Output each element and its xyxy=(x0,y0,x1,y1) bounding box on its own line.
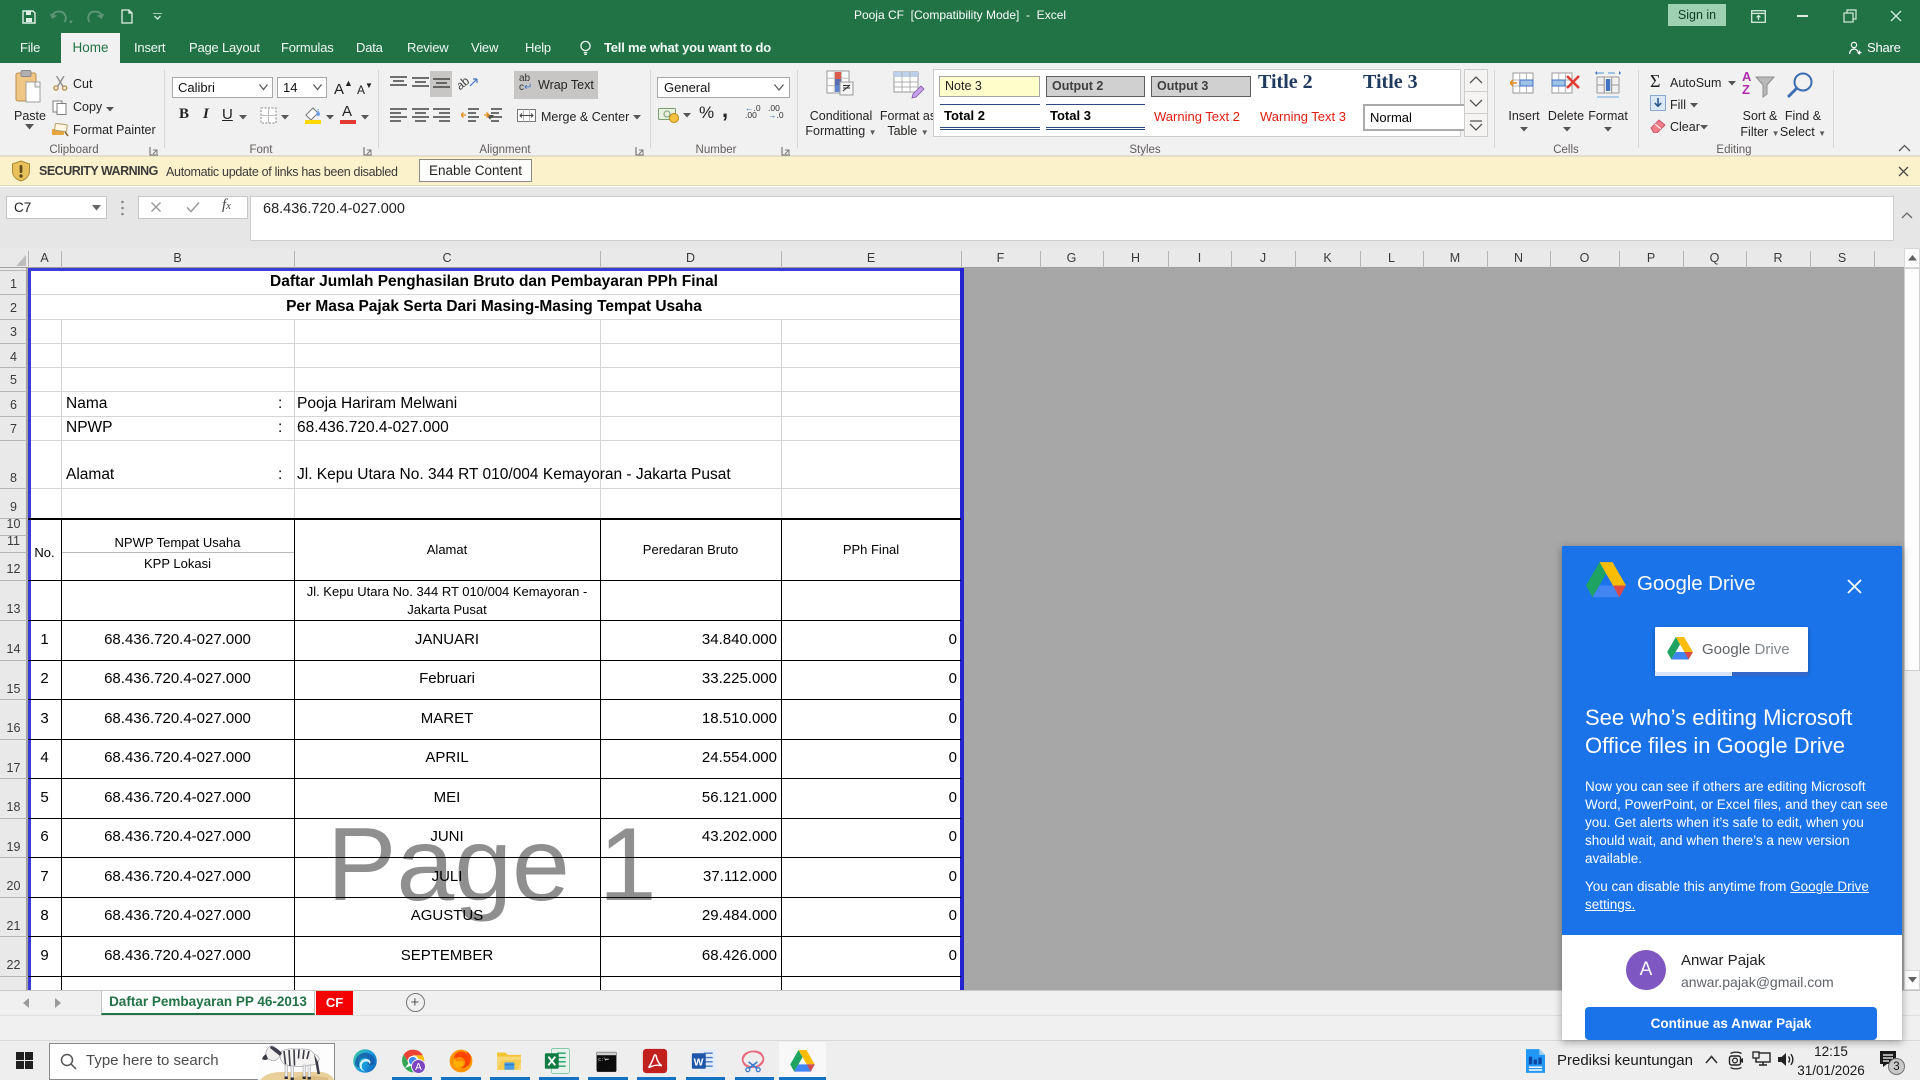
svg-text:C:\: C:\ xyxy=(598,1057,606,1063)
svg-text:W: W xyxy=(694,1057,704,1068)
svg-text:ab: ab xyxy=(458,74,472,92)
